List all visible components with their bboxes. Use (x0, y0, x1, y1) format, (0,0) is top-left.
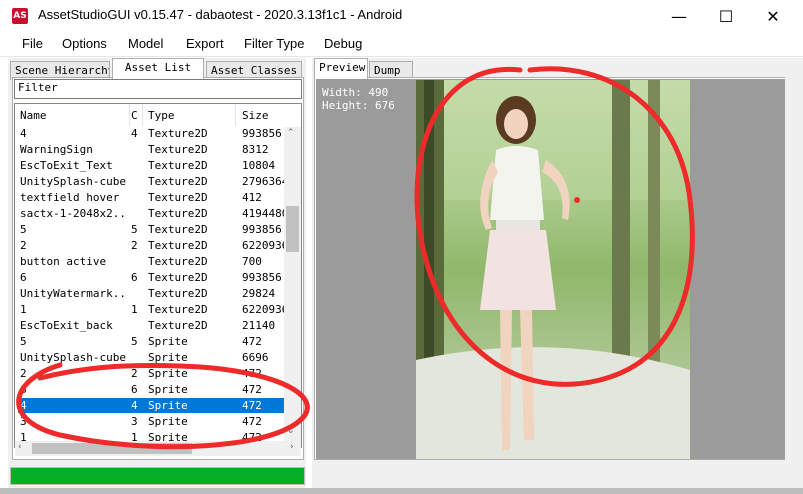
tab-preview[interactable]: Preview (314, 58, 368, 79)
annotation-circle-image (414, 66, 695, 387)
annotation-dot (574, 197, 580, 203)
tab-asset-list[interactable]: Asset List (112, 58, 204, 79)
annotation-circle-list (16, 362, 310, 450)
